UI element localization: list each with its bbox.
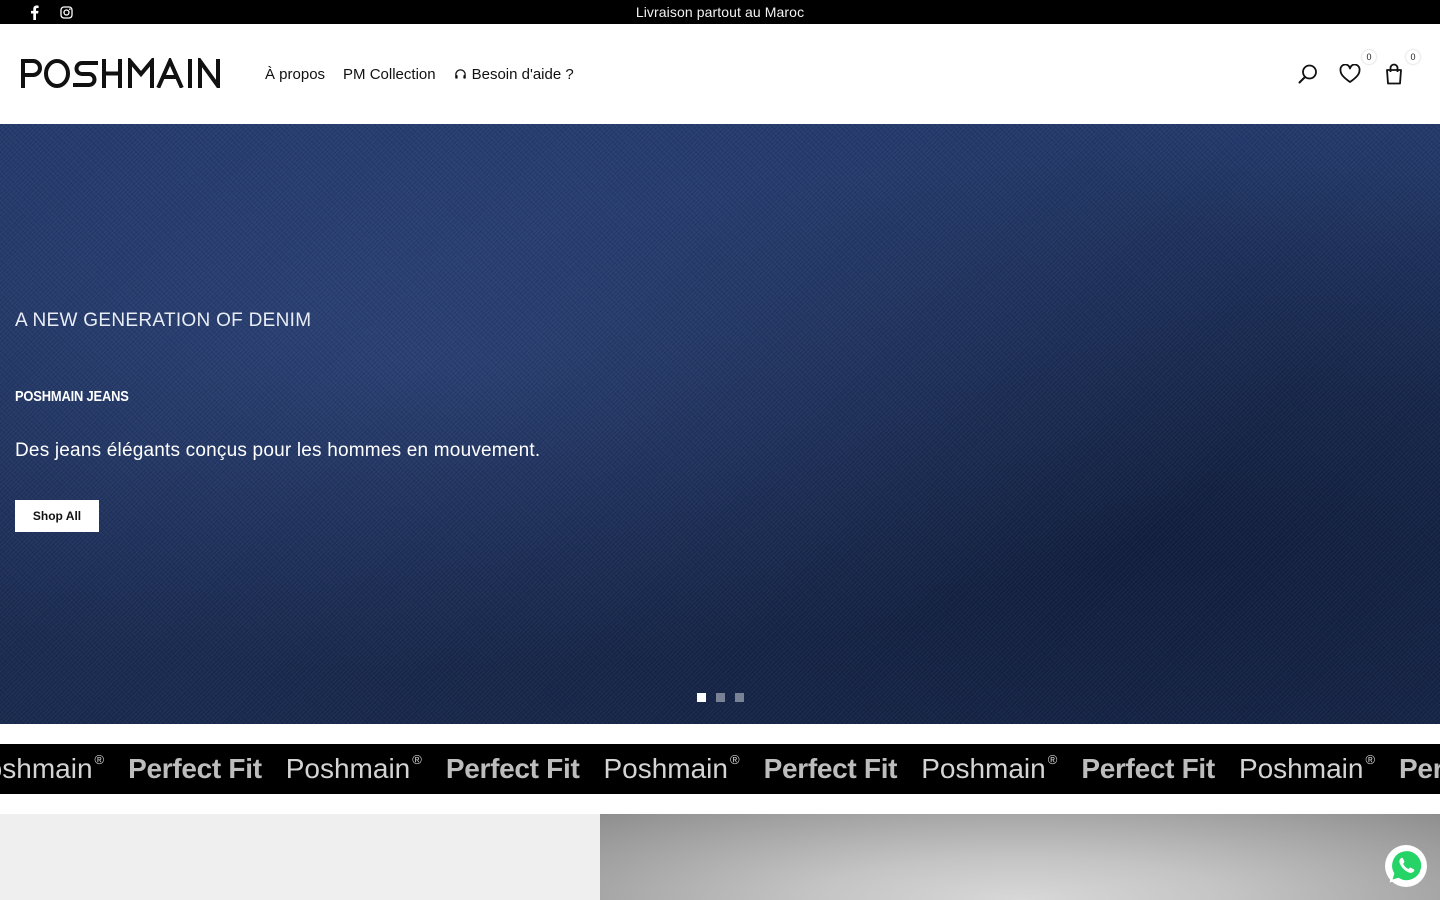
search-icon[interactable]: [1296, 62, 1320, 86]
cart-count-badge: 0: [1406, 50, 1420, 64]
nav-label: À propos: [265, 65, 326, 83]
slide-dot-1[interactable]: [697, 693, 706, 702]
marquee-text: Perfect Fit: [128, 753, 262, 784]
marquee-item-brand: Poshmain®: [0, 751, 105, 785]
registered-mark: ®: [1365, 751, 1376, 767]
marquee-text: Perfect Fit: [1399, 753, 1440, 784]
hero-brand-title: POSHMAIN JEANS: [15, 388, 129, 405]
marquee-text: Poshmain: [285, 753, 411, 784]
marquee-item-perfect-fit: Perfect Fit: [1399, 753, 1440, 785]
slide-dot-3[interactable]: [735, 693, 744, 702]
marquee-item-perfect-fit: Perfect Fit: [1081, 753, 1215, 785]
marquee-track: Poshmain®Perfect FitPoshmain®Perfect Fit…: [0, 744, 1440, 794]
site-header: À propos PM Collection Besoin d'aide ? 0…: [0, 24, 1440, 124]
cart-button[interactable]: 0: [1382, 50, 1420, 86]
main-nav: À propos PM Collection Besoin d'aide ?: [265, 24, 574, 124]
nav-label: Besoin d'aide ?: [471, 65, 574, 83]
marquee-item-perfect-fit: Perfect Fit: [446, 753, 580, 785]
registered-mark: ®: [729, 751, 740, 767]
marquee-text: Perfect Fit: [445, 753, 580, 784]
registered-mark: ®: [412, 751, 422, 767]
marquee-item-brand: Poshmain®: [285, 751, 422, 785]
marquee-text: Poshmain: [603, 753, 728, 784]
registered-mark: ®: [1047, 751, 1058, 767]
wishlist-count-badge: 0: [1362, 50, 1376, 64]
whatsapp-chat-button[interactable]: [1384, 844, 1428, 888]
slider-pagination: [697, 693, 744, 702]
registered-mark: ®: [94, 751, 105, 767]
marquee-item-brand: Poshmain®: [1238, 751, 1376, 785]
nav-item-a-propos[interactable]: À propos: [265, 66, 325, 83]
collection-panel-right: [600, 814, 1440, 900]
whatsapp-icon: [1385, 845, 1427, 887]
marquee-text: Poshmain: [1238, 753, 1364, 784]
hero-tagline: Des jeans élégants conçus pour les homme…: [15, 440, 541, 461]
shopping-bag-icon: [1386, 63, 1402, 85]
collection-panel-left: [0, 814, 600, 900]
hero-eyebrow: A NEW GENERATION OF DENIM: [15, 310, 312, 331]
marquee-text: Perfect Fit: [763, 753, 898, 784]
nav-item-help[interactable]: Besoin d'aide ?: [454, 66, 574, 83]
marquee-item-brand: Poshmain®: [921, 751, 1058, 785]
top-announcement-bar: Livraison partout au Maroc: [0, 0, 1440, 24]
slide-dot-2[interactable]: [716, 693, 725, 702]
marquee-text: Poshmain: [0, 753, 93, 784]
headset-icon: [454, 68, 466, 79]
heart-icon: [1339, 64, 1361, 83]
logo-wordmark: [21, 54, 220, 93]
marquee-item-perfect-fit: Perfect Fit: [128, 753, 262, 785]
hero-slider: A NEW GENERATION OF DENIM POSHMAIN JEANS…: [0, 124, 1440, 724]
marquee-item-perfect-fit: Perfect Fit: [764, 753, 898, 785]
brand-marquee: Poshmain®Perfect FitPoshmain®Perfect Fit…: [0, 744, 1440, 794]
announcement-text: Livraison partout au Maroc: [635, 4, 805, 20]
marquee-text: Perfect Fit: [1081, 753, 1215, 784]
marquee-text: Poshmain: [921, 753, 1046, 784]
shop-all-button[interactable]: Shop All: [15, 500, 99, 532]
site-logo[interactable]: [20, 54, 232, 93]
wishlist-button[interactable]: 0: [1338, 50, 1376, 86]
marquee-item-brand: Poshmain®: [603, 751, 740, 785]
nav-label: PM Collection: [343, 65, 436, 83]
nav-item-pm-collection[interactable]: PM Collection: [343, 66, 436, 83]
